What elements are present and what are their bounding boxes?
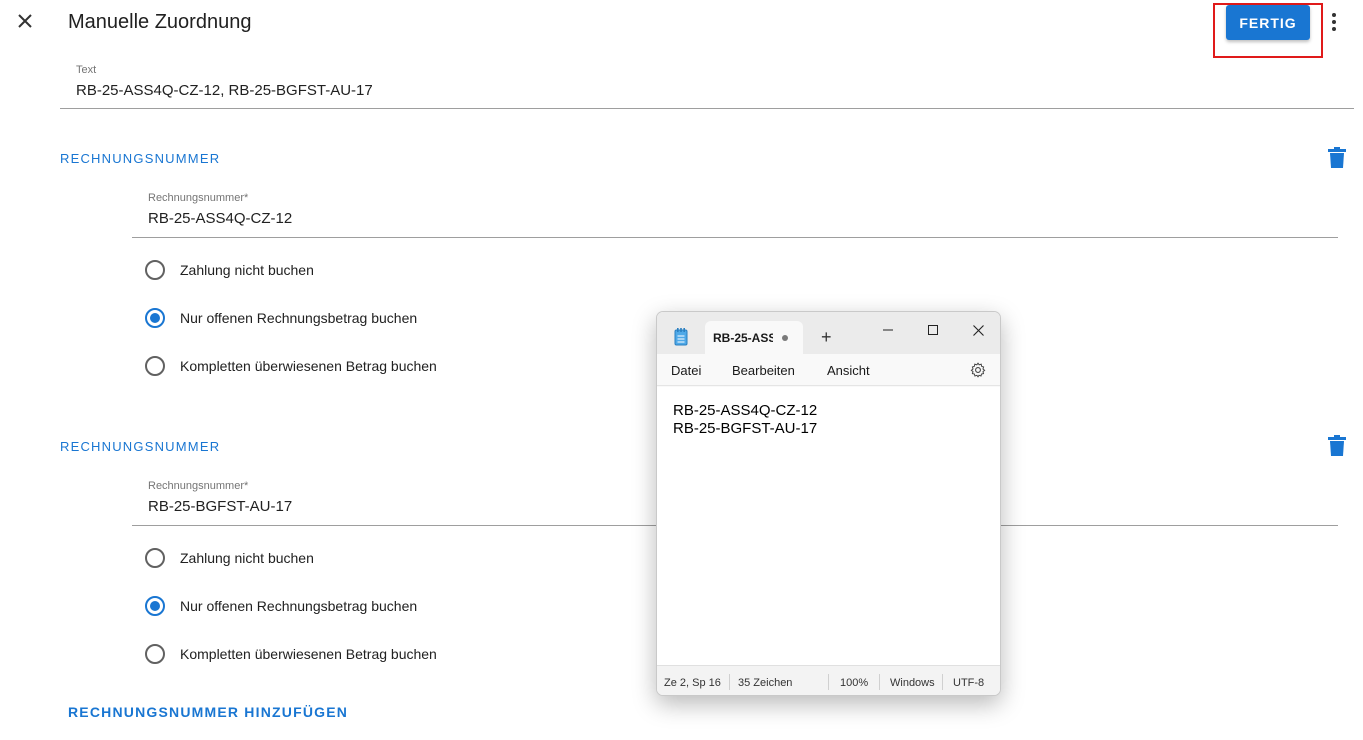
close-icon (18, 14, 32, 28)
text-field-value: RB-25-ASS4Q-CZ-12, RB-25-BGFST-AU-17 (76, 82, 373, 99)
radio-label: Kompletten überwiesenen Betrag buchen (180, 646, 437, 662)
notepad-editor[interactable]: RB-25-ASS4Q-CZ-12 RB-25-BGFST-AU-17 (657, 387, 1000, 665)
status-line-ending[interactable]: Windows (890, 677, 935, 689)
radio-option-no-booking[interactable]: Zahlung nicht buchen (145, 547, 314, 569)
more-vert-icon (1332, 13, 1336, 17)
notepad-tab-title: RB-25-ASS4Q-CZ-12 (713, 330, 773, 345)
radio-button[interactable] (145, 644, 165, 664)
manual-assignment-page: Manuelle Zuordnung FERTIG Text RB-25-ASS… (0, 0, 1363, 740)
status-cursor-position: Ze 2, Sp 16 (664, 677, 721, 689)
new-tab-button[interactable]: + (821, 328, 832, 346)
minimize-button[interactable] (865, 316, 911, 344)
maximize-icon (928, 325, 938, 335)
notepad-tab[interactable]: RB-25-ASS4Q-CZ-12 (705, 321, 803, 354)
radio-button[interactable] (145, 548, 165, 568)
editor-line: RB-25-ASS4Q-CZ-12 (673, 402, 818, 419)
radio-label: Nur offenen Rechnungsbetrag buchen (180, 310, 418, 326)
radio-button[interactable] (145, 260, 165, 280)
notepad-menubar: Datei Bearbeiten Ansicht (657, 354, 1000, 386)
close-icon (972, 324, 984, 336)
notepad-app-icon (674, 328, 688, 346)
radio-label: Nur offenen Rechnungsbetrag buchen (180, 598, 418, 614)
radio-button-checked[interactable] (145, 308, 165, 328)
minimize-icon (883, 329, 893, 331)
invoice-section-title: RECHNUNGSNUMMER (60, 151, 221, 166)
invoice-number-value: RB-25-BGFST-AU-17 (148, 498, 293, 515)
text-field[interactable]: Text RB-25-ASS4Q-CZ-12, RB-25-BGFST-AU-1… (60, 58, 1354, 109)
radio-label: Zahlung nicht buchen (180, 262, 314, 278)
radio-option-open-amount[interactable]: Nur offenen Rechnungsbetrag buchen (145, 595, 417, 617)
radio-button-checked[interactable] (145, 596, 165, 616)
done-button[interactable]: FERTIG (1226, 5, 1310, 40)
radio-option-no-booking[interactable]: Zahlung nicht buchen (145, 259, 314, 281)
window-close-button[interactable] (955, 316, 1000, 344)
invoice-number-label: Rechnungsnummer* (148, 480, 249, 492)
add-invoice-number-button[interactable]: RECHNUNGSNUMMER HINZUFÜGEN (68, 704, 348, 720)
invoice-section-title: RECHNUNGSNUMMER (60, 439, 221, 454)
menu-view[interactable]: Ansicht (827, 363, 870, 378)
text-field-label: Text (76, 64, 97, 76)
more-options-button[interactable] (1326, 10, 1342, 34)
notepad-statusbar: Ze 2, Sp 16 35 Zeichen 100% Windows UTF-… (657, 665, 1000, 695)
trash-icon (1328, 435, 1346, 456)
invoice-number-label: Rechnungsnummer* (148, 192, 249, 204)
trash-icon (1328, 147, 1346, 168)
status-encoding[interactable]: UTF-8 (953, 677, 984, 689)
radio-button[interactable] (145, 356, 165, 376)
notepad-titlebar[interactable]: RB-25-ASS4Q-CZ-12 + (657, 312, 1000, 354)
invoice-number-value: RB-25-ASS4Q-CZ-12 (148, 210, 293, 227)
delete-invoice-button[interactable] (1328, 147, 1348, 169)
menu-file[interactable]: Datei (671, 363, 701, 378)
radio-option-full-amount[interactable]: Kompletten überwiesenen Betrag buchen (145, 355, 437, 377)
unsaved-dot-icon (782, 335, 788, 341)
maximize-button[interactable] (910, 316, 956, 344)
status-zoom[interactable]: 100% (840, 677, 868, 689)
editor-line: RB-25-BGFST-AU-17 (673, 420, 818, 437)
radio-option-open-amount[interactable]: Nur offenen Rechnungsbetrag buchen (145, 307, 417, 329)
radio-label: Zahlung nicht buchen (180, 550, 314, 566)
page-title: Manuelle Zuordnung (68, 11, 252, 33)
close-button[interactable] (12, 8, 38, 34)
radio-option-full-amount[interactable]: Kompletten überwiesenen Betrag buchen (145, 643, 437, 665)
status-char-count: 35 Zeichen (738, 677, 793, 689)
invoice-number-field[interactable]: Rechnungsnummer* RB-25-ASS4Q-CZ-12 (132, 186, 1338, 238)
notepad-window: RB-25-ASS4Q-CZ-12 + Datei Bearbeiten Ans… (656, 311, 1001, 696)
radio-label: Kompletten überwiesenen Betrag buchen (180, 358, 437, 374)
gear-icon[interactable] (970, 362, 986, 378)
delete-invoice-button[interactable] (1328, 435, 1348, 457)
menu-edit[interactable]: Bearbeiten (732, 363, 795, 378)
